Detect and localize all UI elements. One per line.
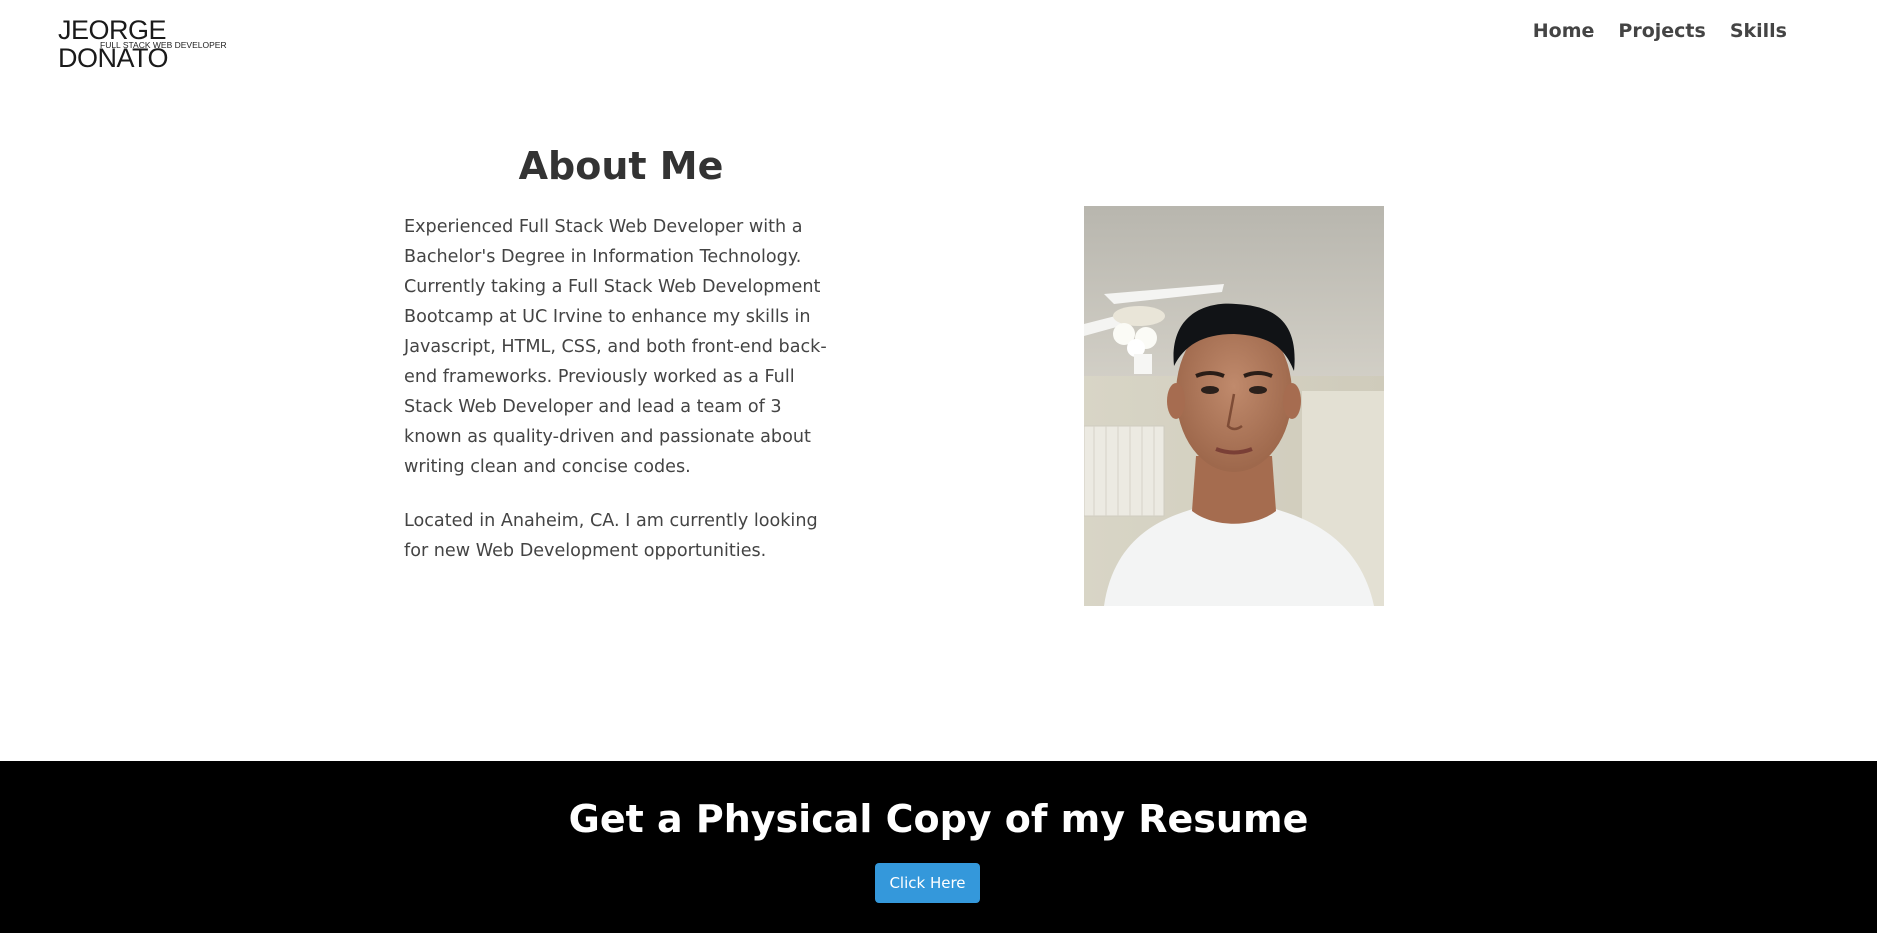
nav-home-link[interactable]: Home <box>1533 18 1595 44</box>
resume-title: Get a Physical Copy of my Resume <box>568 797 1309 841</box>
profile-photo <box>1084 206 1384 606</box>
about-paragraph-bio: Experienced Full Stack Web Developer wit… <box>404 217 827 477</box>
about-paragraph-location: Located in Anaheim, CA. I am currently l… <box>404 511 818 561</box>
site-logo[interactable]: JEORGE DONATO FULL STACK WEB DEVELOPER <box>58 16 278 72</box>
site-header: JEORGE DONATO FULL STACK WEB DEVELOPER H… <box>0 0 1877 72</box>
about-text: Experienced Full Stack Web Developer wit… <box>404 212 834 590</box>
resume-banner: Get a Physical Copy of my Resume Click H… <box>0 761 1877 933</box>
nav-skills-link[interactable]: Skills <box>1730 18 1787 44</box>
about-title: About Me <box>518 144 724 188</box>
main-nav: Home Projects Skills <box>1533 18 1787 44</box>
resume-click-here-button[interactable]: Click Here <box>875 863 980 903</box>
nav-projects-link[interactable]: Projects <box>1618 18 1705 44</box>
logo-tagline: FULL STACK WEB DEVELOPER <box>100 40 227 50</box>
